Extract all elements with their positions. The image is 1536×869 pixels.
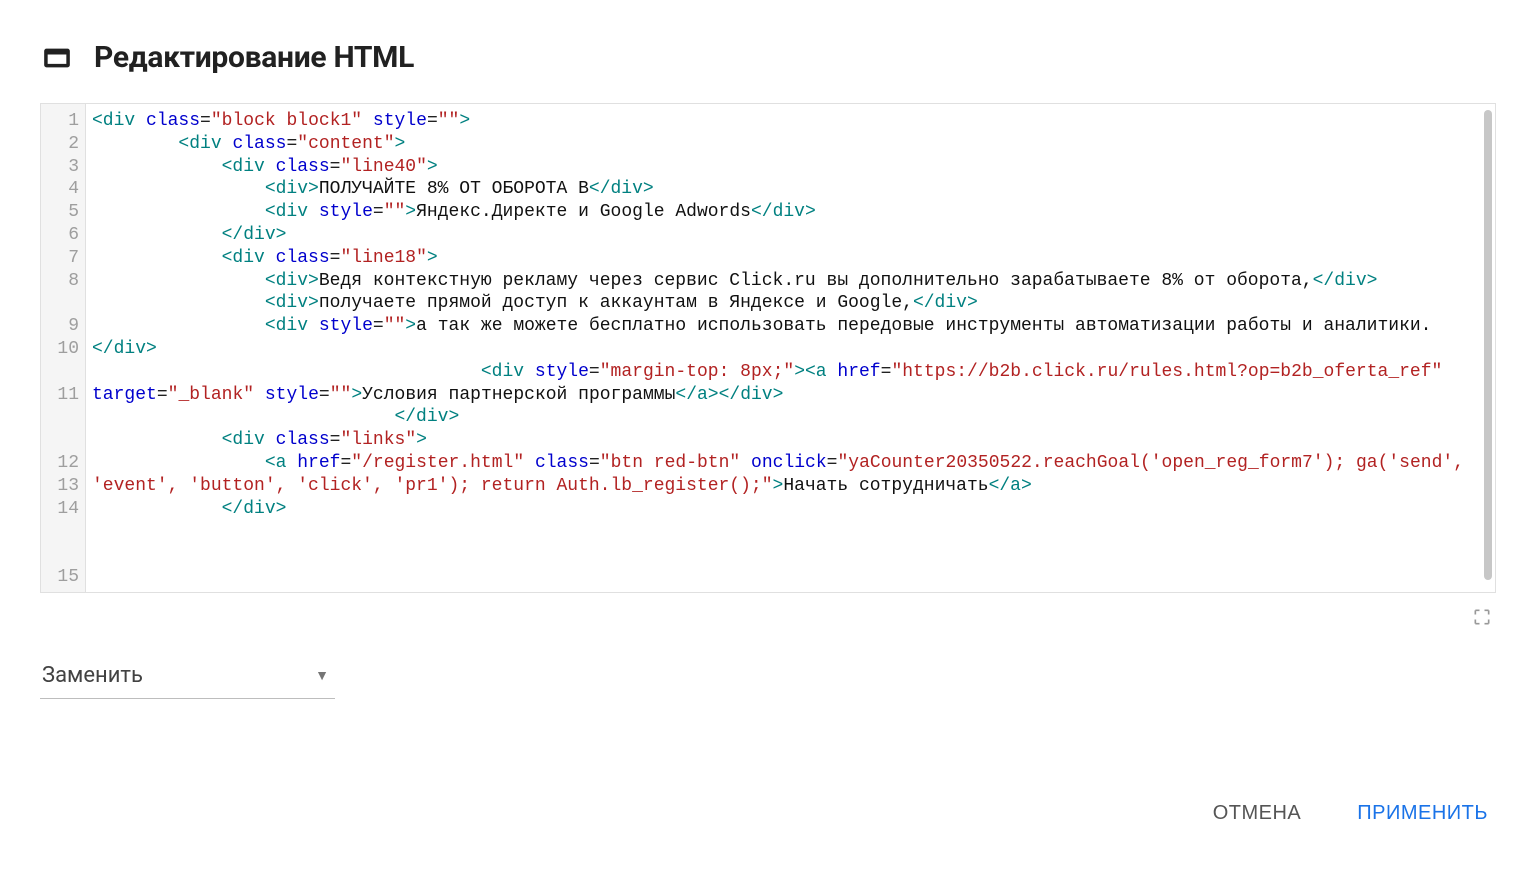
dialog-footer: ОТМЕНА ПРИМЕНИТЬ [1205,798,1496,829]
dialog-title: Редактирование HTML [94,40,414,75]
dropdown-selected-label: Заменить [42,663,143,688]
web-page-icon [40,44,74,72]
apply-button[interactable]: ПРИМЕНИТЬ [1349,798,1496,829]
mode-dropdown[interactable]: Заменить ▼ [40,657,335,699]
editor-toolbar [40,593,1496,657]
code-area[interactable]: <div class="block block1" style=""> <div… [86,104,1495,592]
chevron-down-icon: ▼ [315,667,329,684]
scrollbar-thumb[interactable] [1484,110,1492,580]
cancel-button[interactable]: ОТМЕНА [1205,798,1310,829]
fullscreen-icon[interactable] [1472,607,1492,627]
code-editor[interactable]: 123456789101112131415 <div class="block … [40,103,1496,593]
editor-scrollbar[interactable] [1484,110,1492,586]
dialog-header: Редактирование HTML [40,40,1496,75]
line-number-gutter: 123456789101112131415 [41,104,86,592]
